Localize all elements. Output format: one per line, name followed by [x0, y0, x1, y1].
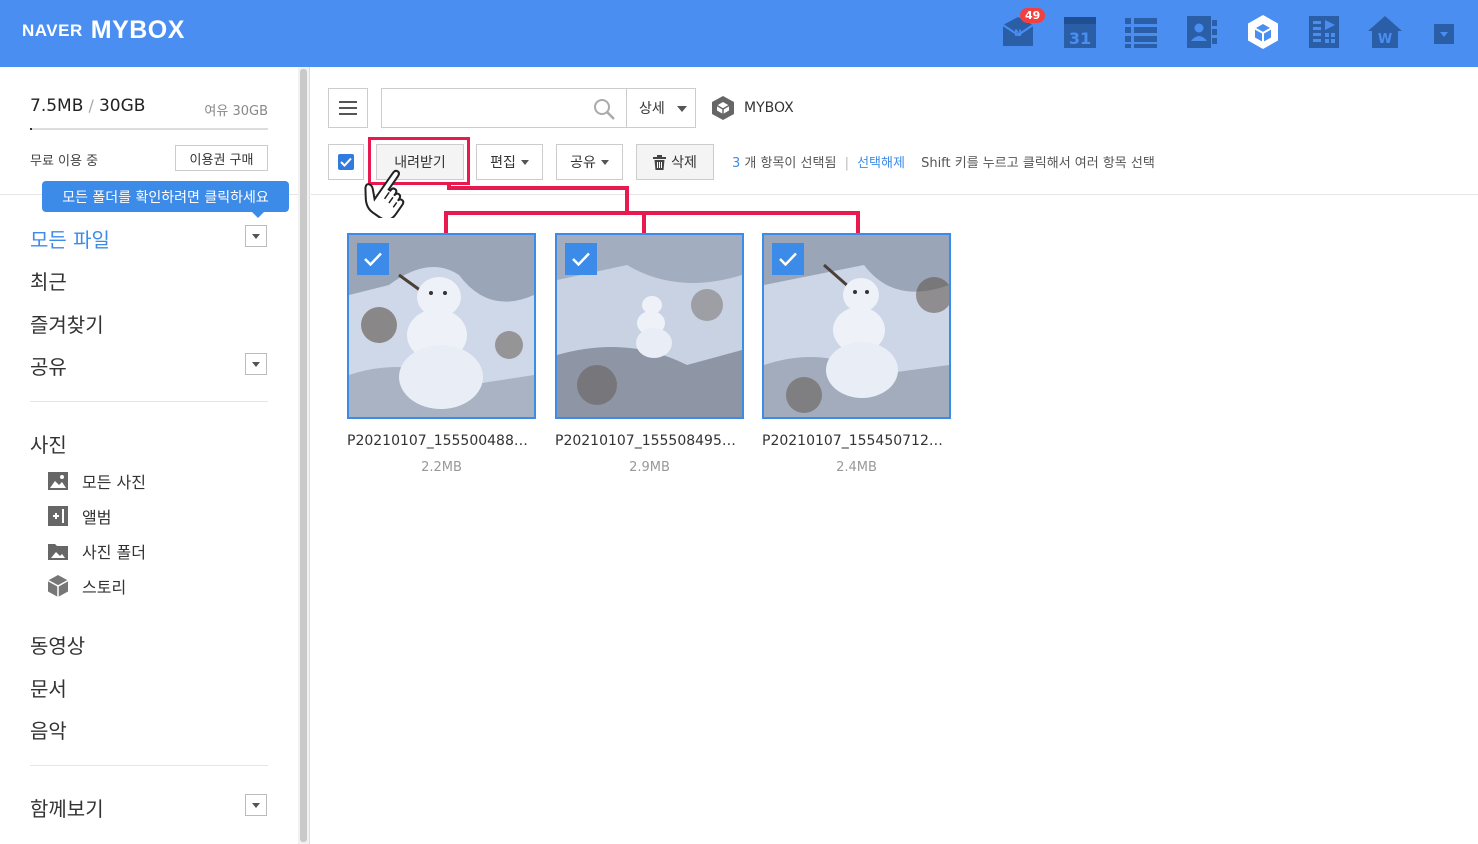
toolbar-divider	[311, 194, 1478, 195]
nav-recent[interactable]: 최근	[30, 266, 67, 295]
calendar-day: 31	[1069, 29, 1091, 48]
file-item[interactable]: P20210107_155500488… 2.2MB	[347, 233, 536, 475]
mail-unread-badge: 49	[1020, 8, 1046, 23]
nav-stories[interactable]: 스토리	[48, 574, 126, 598]
app-launcher: N 49 31 W	[0, 0, 1478, 67]
detail-search-label: 상세	[639, 101, 665, 117]
current-location: MYBOX	[712, 96, 794, 120]
checkmark-icon	[779, 252, 797, 266]
caret-down-icon	[600, 159, 609, 165]
shift-select-hint: Shift 키를 누르고 클릭해서 여러 항목 선택	[921, 156, 1155, 171]
edit-label: 편집	[490, 155, 516, 171]
shared-dropdown-button[interactable]	[245, 353, 267, 375]
buy-plan-button[interactable]: 이용권 구매	[175, 145, 268, 171]
file-size: 2.2MB	[421, 460, 462, 475]
nav-all-files[interactable]: 모든 파일	[30, 224, 110, 253]
story-cube-icon	[48, 575, 68, 597]
storage-usage: 7.5MB / 30GB 여유 30GB	[30, 96, 268, 119]
stories-label: 스토리	[82, 578, 127, 597]
selected-text: 개 항목이 선택됨	[744, 156, 837, 171]
file-checkbox[interactable]	[565, 243, 597, 275]
checkmark-icon	[340, 157, 352, 167]
home-icon[interactable]: W	[1367, 14, 1403, 50]
file-item[interactable]: P20210107_155508495… 2.9MB	[555, 233, 744, 475]
share-label: 공유	[570, 155, 596, 171]
storage-usage-fill	[30, 128, 33, 130]
album-add-icon	[48, 506, 68, 526]
nav-together[interactable]: 함께보기	[30, 793, 104, 822]
nav-albums[interactable]: 앨범	[48, 504, 111, 528]
nav-all-photos[interactable]: 모든 사진	[48, 469, 146, 493]
storage-separator: /	[88, 96, 94, 115]
calendar-icon[interactable]: 31	[1062, 14, 1098, 50]
detail-search-button[interactable]: 상세	[626, 88, 696, 128]
memo-icon[interactable]	[1123, 14, 1159, 50]
delete-label: 삭제	[671, 155, 697, 171]
storage-used: 7.5MB	[30, 96, 84, 116]
nav-divider	[30, 401, 268, 402]
more-menu-icon[interactable]	[1432, 22, 1456, 46]
mybox-icon[interactable]	[1245, 14, 1281, 50]
nav-shared[interactable]: 공유	[30, 351, 67, 380]
file-checkbox[interactable]	[772, 243, 804, 275]
mybox-cube-icon	[712, 96, 734, 120]
checkmark-icon	[572, 252, 590, 266]
edit-button[interactable]: 편집	[476, 144, 543, 180]
nav-documents[interactable]: 문서	[30, 673, 67, 702]
file-thumbnail[interactable]	[762, 233, 951, 419]
trash-icon	[653, 154, 667, 170]
file-name[interactable]: P20210107_155500488…	[347, 433, 536, 449]
storage-total: 30GB	[98, 96, 146, 116]
nav-favorites[interactable]: 즐겨찾기	[30, 309, 104, 338]
contacts-icon[interactable]	[1184, 14, 1220, 50]
photo-folder-icon	[48, 541, 68, 561]
image-icon	[48, 471, 68, 491]
selected-count: 3	[732, 156, 741, 171]
nav-divider	[30, 765, 268, 766]
storage-usage-bar	[30, 128, 268, 130]
nav-videos[interactable]: 동영상	[30, 630, 85, 659]
plan-label: 무료 이용 중	[30, 154, 99, 169]
selection-info: 3 개 항목이 선택됨 | 선택해제 Shift 키를 누르고 클릭해서 여러 …	[732, 152, 1155, 171]
svg-text:N: N	[1014, 29, 1022, 39]
share-button[interactable]: 공유	[556, 144, 623, 180]
top-bar: NAVER MYBOX N 49 31 W	[0, 0, 1478, 67]
file-thumbnail[interactable]	[555, 233, 744, 419]
nav-music[interactable]: 음악	[30, 715, 67, 744]
photo-folders-label: 사진 폴더	[82, 543, 146, 562]
nav-photo-folders[interactable]: 사진 폴더	[48, 539, 146, 563]
sidebar-scrollbar[interactable]	[298, 67, 310, 844]
nav-photos[interactable]: 사진	[30, 429, 67, 458]
file-size: 2.4MB	[836, 460, 877, 475]
checkmark-icon	[364, 252, 382, 266]
storage-free: 여유 30GB	[204, 104, 268, 119]
scrollbar-thumb[interactable]	[300, 69, 307, 842]
pointer-hand-icon	[364, 169, 405, 218]
all-files-dropdown-button[interactable]	[245, 225, 267, 247]
file-name[interactable]: P20210107_155508495…	[555, 433, 744, 449]
hamburger-icon	[339, 101, 357, 103]
together-dropdown-button[interactable]	[245, 794, 267, 816]
caret-down-icon	[520, 159, 529, 165]
location-label: MYBOX	[744, 100, 794, 116]
menu-button[interactable]	[328, 88, 368, 128]
file-thumbnail[interactable]	[347, 233, 536, 419]
search-icon[interactable]	[592, 97, 616, 121]
search-box	[381, 88, 627, 128]
file-checkbox[interactable]	[357, 243, 389, 275]
selection-separator: |	[844, 156, 849, 171]
file-item[interactable]: P20210107_155450712… 2.4MB	[762, 233, 951, 475]
delete-button[interactable]: 삭제	[636, 144, 714, 180]
all-photos-label: 모든 사진	[82, 473, 146, 492]
folder-tooltip: 모든 폴더를 확인하려면 클릭하세요	[42, 181, 289, 218]
svg-text:W: W	[1378, 32, 1392, 47]
file-size: 2.9MB	[629, 460, 670, 475]
albums-label: 앨범	[82, 508, 112, 527]
file-name[interactable]: P20210107_155450712…	[762, 433, 951, 449]
office-icon[interactable]	[1306, 14, 1342, 50]
search-input[interactable]	[382, 89, 582, 127]
deselect-link[interactable]: 선택해제	[857, 156, 905, 171]
